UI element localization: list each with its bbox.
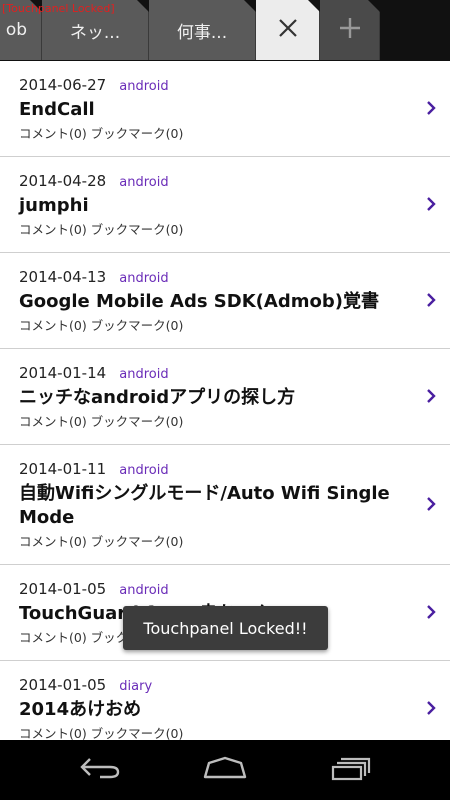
toast-message: Touchpanel Locked!! — [123, 606, 328, 650]
close-icon — [278, 18, 298, 43]
item-date: 2014-06-27 — [19, 76, 107, 94]
item-date: 2014-01-05 — [19, 580, 107, 598]
chevron-right-icon — [424, 701, 438, 715]
list-item[interactable]: 2014-01-11 android 自動Wifiシングルモード/Auto Wi… — [0, 445, 450, 565]
item-meta: コメント(0) ブックマーク(0) — [19, 126, 184, 141]
list-item[interactable]: 2014-01-14 android ニッチなandroidアプリの探し方 コメ… — [0, 349, 450, 445]
chevron-right-icon — [424, 389, 438, 403]
item-date: 2014-04-28 — [19, 172, 107, 190]
recent-apps-button[interactable] — [326, 754, 376, 786]
item-category[interactable]: android — [119, 271, 168, 286]
item-category[interactable]: android — [119, 583, 168, 598]
tab-active-close[interactable] — [256, 0, 320, 60]
item-meta: コメント(0) ブックマーク(0) — [19, 534, 184, 549]
new-tab-button[interactable] — [320, 0, 380, 60]
tab-bar: [Touchpanel Locked] ob ネッ... 何事... — [0, 0, 450, 61]
list-item[interactable]: 2014-01-05 diary 2014あけおめ コメント(0) ブックマーク… — [0, 661, 450, 740]
tab-3[interactable]: 何事... — [149, 0, 256, 60]
list-item[interactable]: 2014-04-28 android jumphi コメント(0) ブックマーク… — [0, 157, 450, 253]
item-title: ニッチなandroidアプリの探し方 — [19, 387, 296, 408]
item-title: jumphi — [19, 195, 89, 216]
tab-label: ob — [5, 20, 28, 40]
list-item[interactable]: 2014-04-13 android Google Mobile Ads SDK… — [0, 253, 450, 349]
chevron-right-icon — [424, 497, 438, 511]
item-title: 自動Wifiシングルモード/Auto Wifi Single Mode — [19, 483, 390, 528]
item-date: 2014-01-14 — [19, 364, 107, 382]
chevron-right-icon — [424, 293, 438, 307]
chevron-right-icon — [424, 197, 438, 211]
item-category[interactable]: diary — [119, 679, 152, 694]
home-icon — [201, 755, 249, 785]
touchpanel-locked-indicator: [Touchpanel Locked] — [2, 2, 115, 15]
plus-icon — [339, 17, 361, 44]
item-date: 2014-01-11 — [19, 460, 107, 478]
chevron-right-icon — [424, 101, 438, 115]
tab-label: 何事... — [176, 22, 228, 43]
item-date: 2014-01-05 — [19, 676, 107, 694]
item-meta: コメント(0) ブックマーク(0) — [19, 726, 184, 740]
item-category[interactable]: android — [119, 79, 168, 94]
item-category[interactable]: android — [119, 175, 168, 190]
recent-apps-icon — [329, 755, 373, 785]
item-meta: コメント(0) ブックマーク(0) — [19, 318, 184, 333]
item-title: Google Mobile Ads SDK(Admob)覚書 — [19, 291, 379, 312]
item-title: 2014あけおめ — [19, 699, 142, 720]
home-button[interactable] — [200, 754, 250, 786]
system-navigation-bar — [0, 740, 450, 800]
item-category[interactable]: android — [119, 463, 168, 478]
back-button[interactable] — [75, 754, 125, 786]
tab-label: ネッ... — [69, 22, 121, 43]
item-meta: コメント(0) ブックマーク(0) — [19, 414, 184, 429]
item-category[interactable]: android — [119, 367, 168, 382]
item-meta: コメント(0) ブックマーク(0) — [19, 222, 184, 237]
chevron-right-icon — [424, 605, 438, 619]
list-item[interactable]: 2014-06-27 android EndCall コメント(0) ブックマー… — [0, 61, 450, 157]
item-date: 2014-04-13 — [19, 268, 107, 286]
back-icon — [78, 755, 122, 785]
item-title: EndCall — [19, 99, 95, 120]
